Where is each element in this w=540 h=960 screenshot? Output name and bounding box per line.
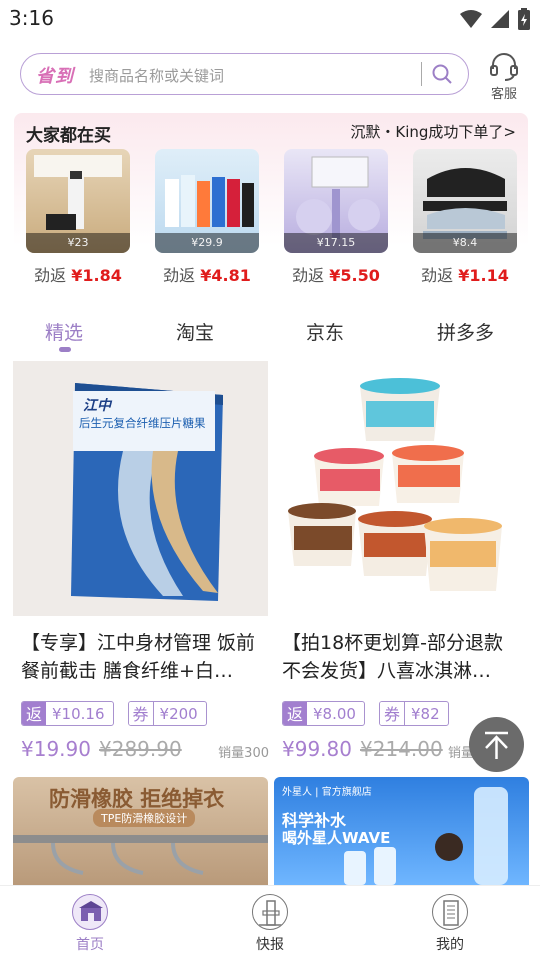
- profile-icon: [432, 894, 468, 930]
- popular-item[interactable]: ¥23 劲返 ¥1.84: [26, 149, 130, 286]
- rebate-amount: ¥4.81: [200, 266, 251, 285]
- current-price: ¥19.90: [21, 737, 91, 761]
- product-title: 【拍18杯更划算-部分退款不会发货】八喜冰淇淋…: [282, 632, 504, 682]
- signal-icon: [491, 10, 509, 28]
- product-card[interactable]: 防滑橡胶 拒绝掉衣 TPE防滑橡胶设计: [13, 777, 268, 885]
- product-image: [274, 361, 529, 616]
- nav-news-label: 快报: [256, 937, 284, 953]
- sales-count: 销量300: [218, 746, 269, 761]
- product-thumbnail: ¥29.9: [155, 149, 259, 253]
- coupon-tag: 券 ¥200: [127, 701, 207, 726]
- box-title: 后生元复合纤维压片糖果: [79, 416, 206, 430]
- purchase-notice[interactable]: 沉默・King成功下单了>: [350, 121, 516, 142]
- status-time: 3:16: [9, 6, 54, 30]
- product-card[interactable]: 【拍18杯更划算-部分退款不会发货】八喜冰淇淋… 返 ¥8.00 券 ¥82 ¥99…: [274, 361, 529, 766]
- popular-item[interactable]: ¥17.15 劲返 ¥5.50: [284, 149, 388, 286]
- arrow-up-icon: [485, 731, 508, 759]
- rebate-amount: ¥1.14: [458, 266, 509, 285]
- category-tabs: 精选 淘宝 京东 拼多多: [0, 318, 540, 358]
- search-icon[interactable]: [431, 63, 453, 85]
- coupon-tag: 券 ¥82: [378, 701, 449, 726]
- current-price: ¥99.80: [282, 737, 352, 761]
- product-title: 【专享】江中身材管理 饭前餐前截击 膳食纤维+白…: [21, 632, 256, 682]
- rebate-amount: ¥1.84: [71, 266, 122, 285]
- news-icon: [252, 894, 288, 930]
- search-divider: [421, 62, 422, 86]
- bottom-navigation: 首页 快报 我的: [0, 885, 540, 960]
- popular-item[interactable]: ¥29.9 劲返 ¥4.81: [155, 149, 259, 286]
- rebate-text: 劲返 ¥1.84: [34, 266, 122, 285]
- status-icons: [460, 8, 530, 30]
- rebate-text: 劲返 ¥4.81: [163, 266, 251, 285]
- headset-icon: [490, 53, 518, 81]
- wifi-icon: [460, 10, 482, 28]
- product-tags: 返 ¥10.16 券 ¥200: [21, 701, 207, 726]
- rebate-tag: 返 ¥8.00: [282, 701, 365, 726]
- popular-purchases-title: 大家都在买: [26, 126, 111, 146]
- popular-item[interactable]: ¥8.4 劲返 ¥1.14: [413, 149, 517, 286]
- product-price: ¥8.4: [413, 233, 517, 253]
- back-to-top-button[interactable]: [469, 717, 524, 772]
- nav-news[interactable]: 快报: [230, 894, 310, 954]
- nav-home[interactable]: 首页: [50, 894, 130, 954]
- tab-indicator: [59, 347, 71, 352]
- product-price: ¥23: [26, 233, 130, 253]
- customer-service-label: 客服: [490, 87, 517, 102]
- product-thumbnail: ¥17.15: [284, 149, 388, 253]
- popular-purchases-panel: 大家都在买 沉默・King成功下单了> ¥23 劲返 ¥1.84 ¥29.9 劲…: [14, 113, 528, 290]
- product-card[interactable]: 江中 后生元复合纤维压片糖果 【专享】江中身材管理 饭前餐前截击 膳食纤维+白……: [13, 361, 269, 766]
- tab-jd[interactable]: 京东: [306, 318, 344, 345]
- search-input[interactable]: 搜商品名称或关键词: [89, 65, 224, 86]
- tab-taobao[interactable]: 淘宝: [176, 318, 214, 345]
- product-price: ¥29.9: [155, 233, 259, 253]
- rebate-text: 劲返 ¥5.50: [292, 266, 380, 285]
- product-thumbnail: ¥23: [26, 149, 130, 253]
- status-bar: 3:16: [0, 0, 540, 38]
- product-thumbnail: ¥8.4: [413, 149, 517, 253]
- rebate-tag: 返 ¥10.16: [21, 701, 114, 726]
- product-price: ¥17.15: [284, 233, 388, 253]
- app-logo: 省到: [36, 66, 74, 87]
- nav-profile[interactable]: 我的: [410, 894, 490, 954]
- tab-featured[interactable]: 精选: [45, 318, 83, 345]
- rebate-amount: ¥5.50: [329, 266, 380, 285]
- customer-service-button[interactable]: 客服: [479, 50, 529, 104]
- rebate-text: 劲返 ¥1.14: [421, 266, 509, 285]
- home-icon: [72, 894, 108, 930]
- product-tags: 返 ¥8.00 券 ¥82: [282, 701, 449, 726]
- nav-home-label: 首页: [76, 937, 104, 953]
- box-brand: 江中: [83, 398, 111, 414]
- product-card[interactable]: 外星人 | 官方旗舰店 科学补水 喝外星人WAVE: [274, 777, 529, 885]
- original-price: ¥214.00: [360, 737, 443, 761]
- product-image: 江中 后生元复合纤维压片糖果: [13, 361, 268, 616]
- battery-icon: [518, 8, 530, 30]
- nav-profile-label: 我的: [436, 937, 464, 953]
- tab-pinduoduo[interactable]: 拼多多: [437, 318, 494, 345]
- original-price: ¥289.90: [99, 737, 182, 761]
- search-bar[interactable]: 省到 搜商品名称或关键词: [20, 53, 469, 95]
- product-prices: ¥19.90 ¥289.90 销量300: [21, 737, 269, 763]
